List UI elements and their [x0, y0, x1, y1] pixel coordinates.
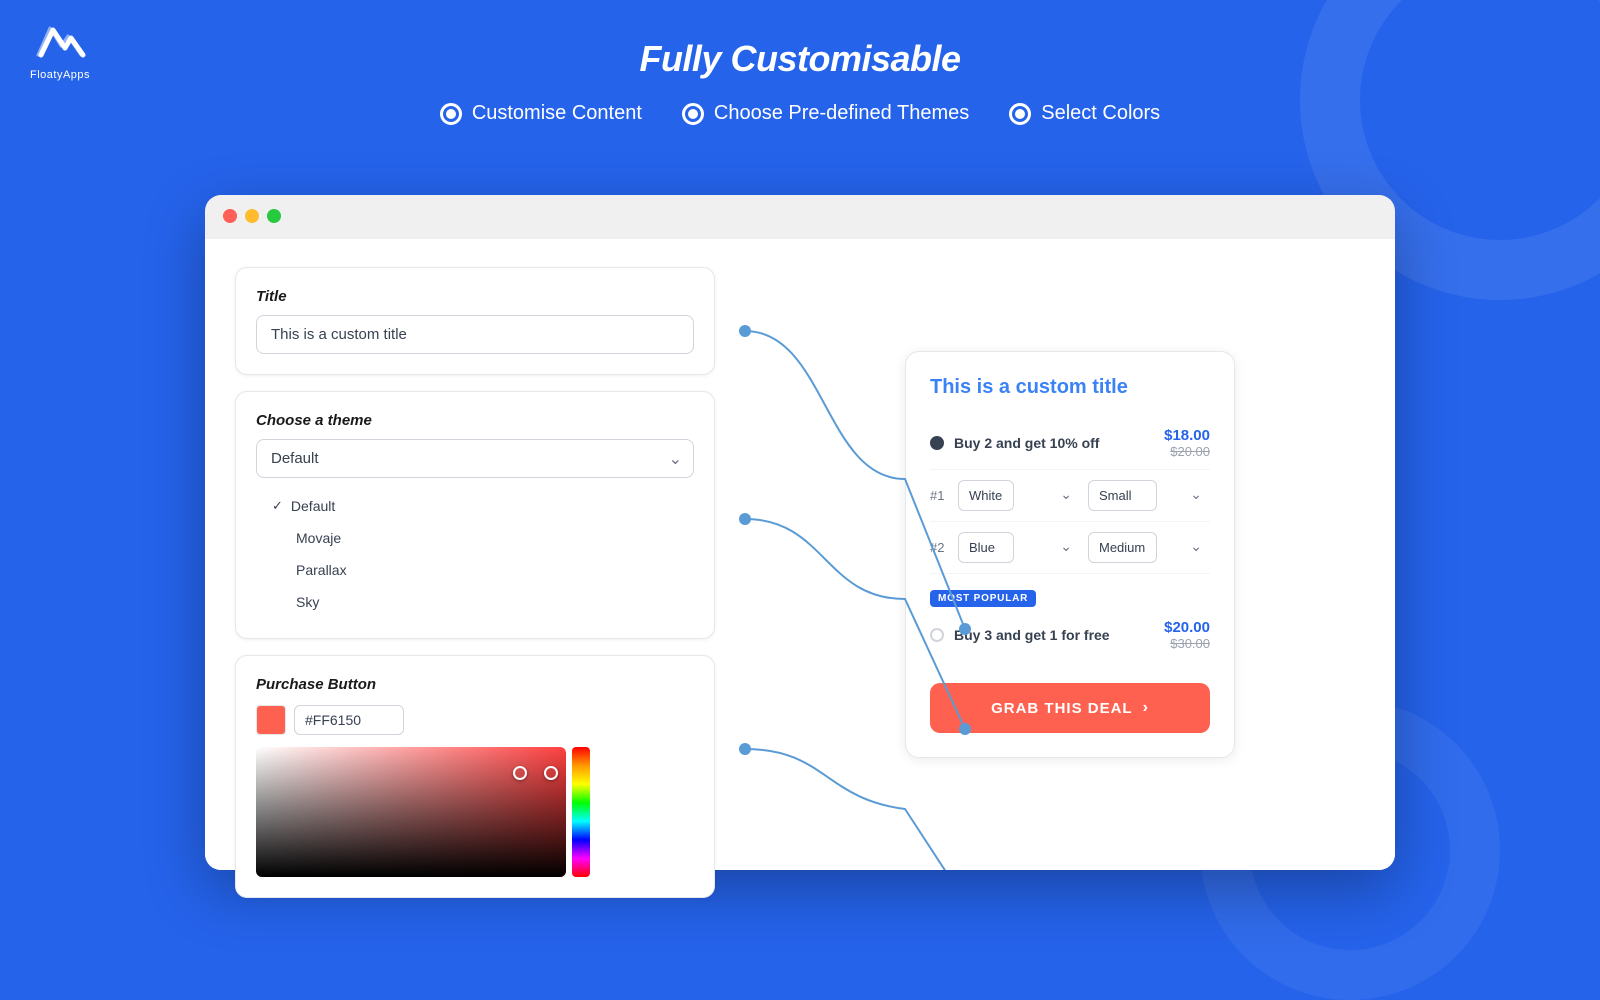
offer-price-current-1: $18.00	[1164, 427, 1210, 444]
app-name: FloatyApps	[30, 69, 90, 81]
variant-row-2: #2 White Blue Red Small Medium Large	[930, 522, 1210, 574]
right-panel: This is a custom title Buy 2 and get 10%…	[745, 239, 1395, 870]
variant-size-select-wrapper-2: Small Medium Large	[1088, 532, 1210, 563]
theme-option-default-label: Default	[291, 498, 335, 514]
window-chrome	[205, 195, 1395, 237]
gradient-handle-2[interactable]	[544, 766, 558, 780]
maximize-button[interactable]	[267, 209, 281, 223]
variant-color-select-wrapper-2: White Blue Red	[958, 532, 1080, 563]
tab-label-3: Select Colors	[1041, 102, 1160, 125]
color-card-label: Purchase Button	[256, 676, 694, 693]
theme-option-parallax[interactable]: Parallax	[260, 554, 690, 586]
logo: FloatyApps	[30, 20, 90, 81]
color-gradient[interactable]	[256, 747, 566, 877]
variant-color-select-wrapper-1: White Blue Red	[958, 480, 1080, 511]
title-card: Title	[235, 267, 715, 375]
theme-options-list: ✓ Default Movaje Parallax Sky	[256, 490, 694, 618]
offer-price-old-1: $20.00	[1164, 444, 1210, 459]
offer-price-old-2: $30.00	[1164, 636, 1210, 651]
window-content: Title Choose a theme Default Movaje Para…	[205, 239, 1395, 870]
theme-option-movaje-label: Movaje	[296, 530, 341, 546]
page-title: Fully Customisable	[0, 38, 1600, 80]
most-popular-badge: MOST POPULAR	[930, 590, 1036, 607]
offer-text-2: Buy 3 and get 1 for free	[954, 627, 1164, 643]
check-icon: ✓	[272, 498, 283, 514]
variant-color-select-1[interactable]: White Blue Red	[958, 480, 1014, 511]
theme-option-movaje[interactable]: Movaje	[260, 522, 690, 554]
minimize-button[interactable]	[245, 209, 259, 223]
title-input[interactable]	[256, 315, 694, 354]
offer-row-1[interactable]: Buy 2 and get 10% off $18.00 $20.00	[930, 417, 1210, 470]
preview-title: This is a custom title	[930, 376, 1210, 399]
variant-num-2: #2	[930, 540, 950, 555]
variant-size-select-1[interactable]: Small Medium Large	[1088, 480, 1157, 511]
theme-option-default[interactable]: ✓ Default	[260, 490, 690, 522]
offer-radio-2	[930, 628, 944, 642]
offer-radio-1	[930, 436, 944, 450]
variant-size-select-wrapper-1: Small Medium Large	[1088, 480, 1210, 511]
theme-card: Choose a theme Default Movaje Parallax S…	[235, 391, 715, 639]
preview-card: This is a custom title Buy 2 and get 10%…	[905, 351, 1235, 758]
close-button[interactable]	[223, 209, 237, 223]
tab-label-2: Choose Pre-defined Themes	[714, 102, 969, 125]
tab-label-1: Customise Content	[472, 102, 642, 125]
variant-color-select-2[interactable]: White Blue Red	[958, 532, 1014, 563]
cta-arrow-icon: ›	[1143, 699, 1149, 717]
offer-price-current-2: $20.00	[1164, 619, 1210, 636]
most-popular-row: MOST POPULAR Buy 3 and get 1 for free $2…	[930, 574, 1210, 669]
theme-option-sky[interactable]: Sky	[260, 586, 690, 618]
variant-num-1: #1	[930, 488, 950, 503]
color-hex-input[interactable]	[294, 705, 404, 735]
color-input-row	[256, 705, 694, 735]
main-window: Title Choose a theme Default Movaje Para…	[205, 195, 1395, 870]
theme-select[interactable]: Default Movaje Parallax Sky	[256, 439, 694, 478]
tab-dot-1	[440, 103, 462, 125]
tab-dot-3	[1009, 103, 1031, 125]
gradient-handle-1[interactable]	[513, 766, 527, 780]
variant-row-1: #1 White Blue Red Small Medium Large	[930, 470, 1210, 522]
tab-dot-2	[682, 103, 704, 125]
color-spectrum[interactable]	[572, 747, 590, 877]
tab-select-colors[interactable]: Select Colors	[1009, 102, 1160, 125]
offer-prices-1: $18.00 $20.00	[1164, 427, 1210, 459]
variant-size-select-2[interactable]: Small Medium Large	[1088, 532, 1157, 563]
cta-button[interactable]: GRAB THIS DEAL ›	[930, 683, 1210, 733]
theme-option-parallax-label: Parallax	[296, 562, 347, 578]
header: Fully Customisable Customise Content Cho…	[0, 0, 1600, 125]
tab-choose-themes[interactable]: Choose Pre-defined Themes	[682, 102, 969, 125]
offer-text-1: Buy 2 and get 10% off	[954, 435, 1164, 451]
cta-button-label: GRAB THIS DEAL	[991, 700, 1133, 717]
theme-option-sky-label: Sky	[296, 594, 319, 610]
theme-select-wrapper: Default Movaje Parallax Sky ⌄	[256, 439, 694, 478]
feature-tabs: Customise Content Choose Pre-defined The…	[0, 102, 1600, 125]
left-panel: Title Choose a theme Default Movaje Para…	[205, 239, 745, 870]
offer-prices-2: $20.00 $30.00	[1164, 619, 1210, 651]
color-swatch[interactable]	[256, 705, 286, 735]
color-picker-area	[256, 747, 694, 877]
color-card: Purchase Button	[235, 655, 715, 898]
title-label: Title	[256, 288, 694, 305]
theme-label: Choose a theme	[256, 412, 694, 429]
offer-row-2[interactable]: Buy 3 and get 1 for free $20.00 $30.00	[930, 615, 1210, 661]
tab-customise-content[interactable]: Customise Content	[440, 102, 642, 125]
